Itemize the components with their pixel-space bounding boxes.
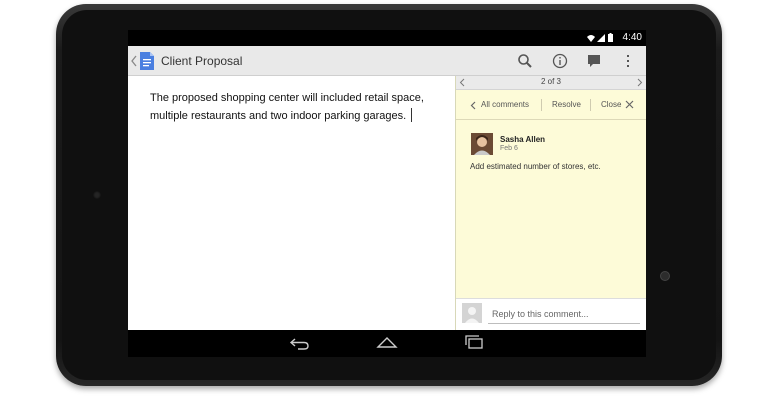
close-icon[interactable] [625, 100, 634, 109]
action-bar: Client Proposal [128, 46, 646, 76]
comment-item: Sasha Allen Feb 6 Add estimated number o… [456, 120, 646, 180]
docs-app-icon[interactable] [139, 52, 155, 70]
signal-icon [597, 34, 605, 42]
overflow-menu-icon[interactable] [619, 52, 637, 70]
divider [541, 99, 542, 111]
comments-panel: 2 of 3 All comments Resolve Close Sasha … [455, 76, 646, 330]
comment-icon[interactable] [585, 52, 603, 70]
status-bar: 4:40 [128, 30, 646, 46]
reply-box [456, 298, 646, 330]
reply-avatar [462, 303, 482, 323]
main-content: The proposed shopping center will includ… [128, 76, 646, 330]
back-chevron-icon[interactable] [470, 101, 476, 110]
all-comments-button[interactable]: All comments [481, 100, 529, 109]
wifi-icon [587, 35, 595, 42]
battery-icon [608, 34, 613, 42]
text-cursor [411, 108, 413, 122]
search-icon[interactable] [516, 52, 534, 70]
next-comment-icon[interactable] [637, 78, 643, 87]
reply-input[interactable] [488, 304, 640, 324]
divider [590, 99, 591, 111]
user-photo-icon [471, 133, 493, 155]
status-icons [587, 33, 613, 42]
comment-body: Add estimated number of stores, etc. [470, 162, 601, 171]
comment-date: Feb 6 [500, 145, 518, 152]
home-icon[interactable] [376, 335, 398, 351]
device-sensor [660, 271, 670, 281]
info-icon[interactable] [551, 52, 569, 70]
comment-actions-bar: All comments Resolve Close [456, 90, 646, 120]
comment-pager: 2 of 3 [456, 76, 646, 90]
up-navigation-icon[interactable] [130, 54, 138, 68]
recent-apps-icon[interactable] [463, 335, 485, 351]
avatar [471, 133, 493, 155]
document-paragraph[interactable]: The proposed shopping center will includ… [150, 92, 424, 122]
comment-author: Sasha Allen [500, 135, 546, 144]
back-icon[interactable] [289, 335, 311, 351]
comment-page-indicator: 2 of 3 [540, 77, 561, 86]
close-button[interactable]: Close [601, 100, 621, 109]
default-avatar-icon [462, 303, 482, 323]
status-time: 4:40 [622, 32, 642, 43]
document-body[interactable]: The proposed shopping center will includ… [150, 89, 430, 125]
device-screen: 4:40 Client Proposal The proposed shoppi… [128, 30, 646, 357]
navigation-bar [128, 330, 646, 357]
front-camera [93, 191, 101, 199]
resolve-button[interactable]: Resolve [552, 100, 581, 109]
document-title: Client Proposal [161, 54, 243, 68]
document-canvas[interactable]: The proposed shopping center will includ… [128, 76, 455, 330]
